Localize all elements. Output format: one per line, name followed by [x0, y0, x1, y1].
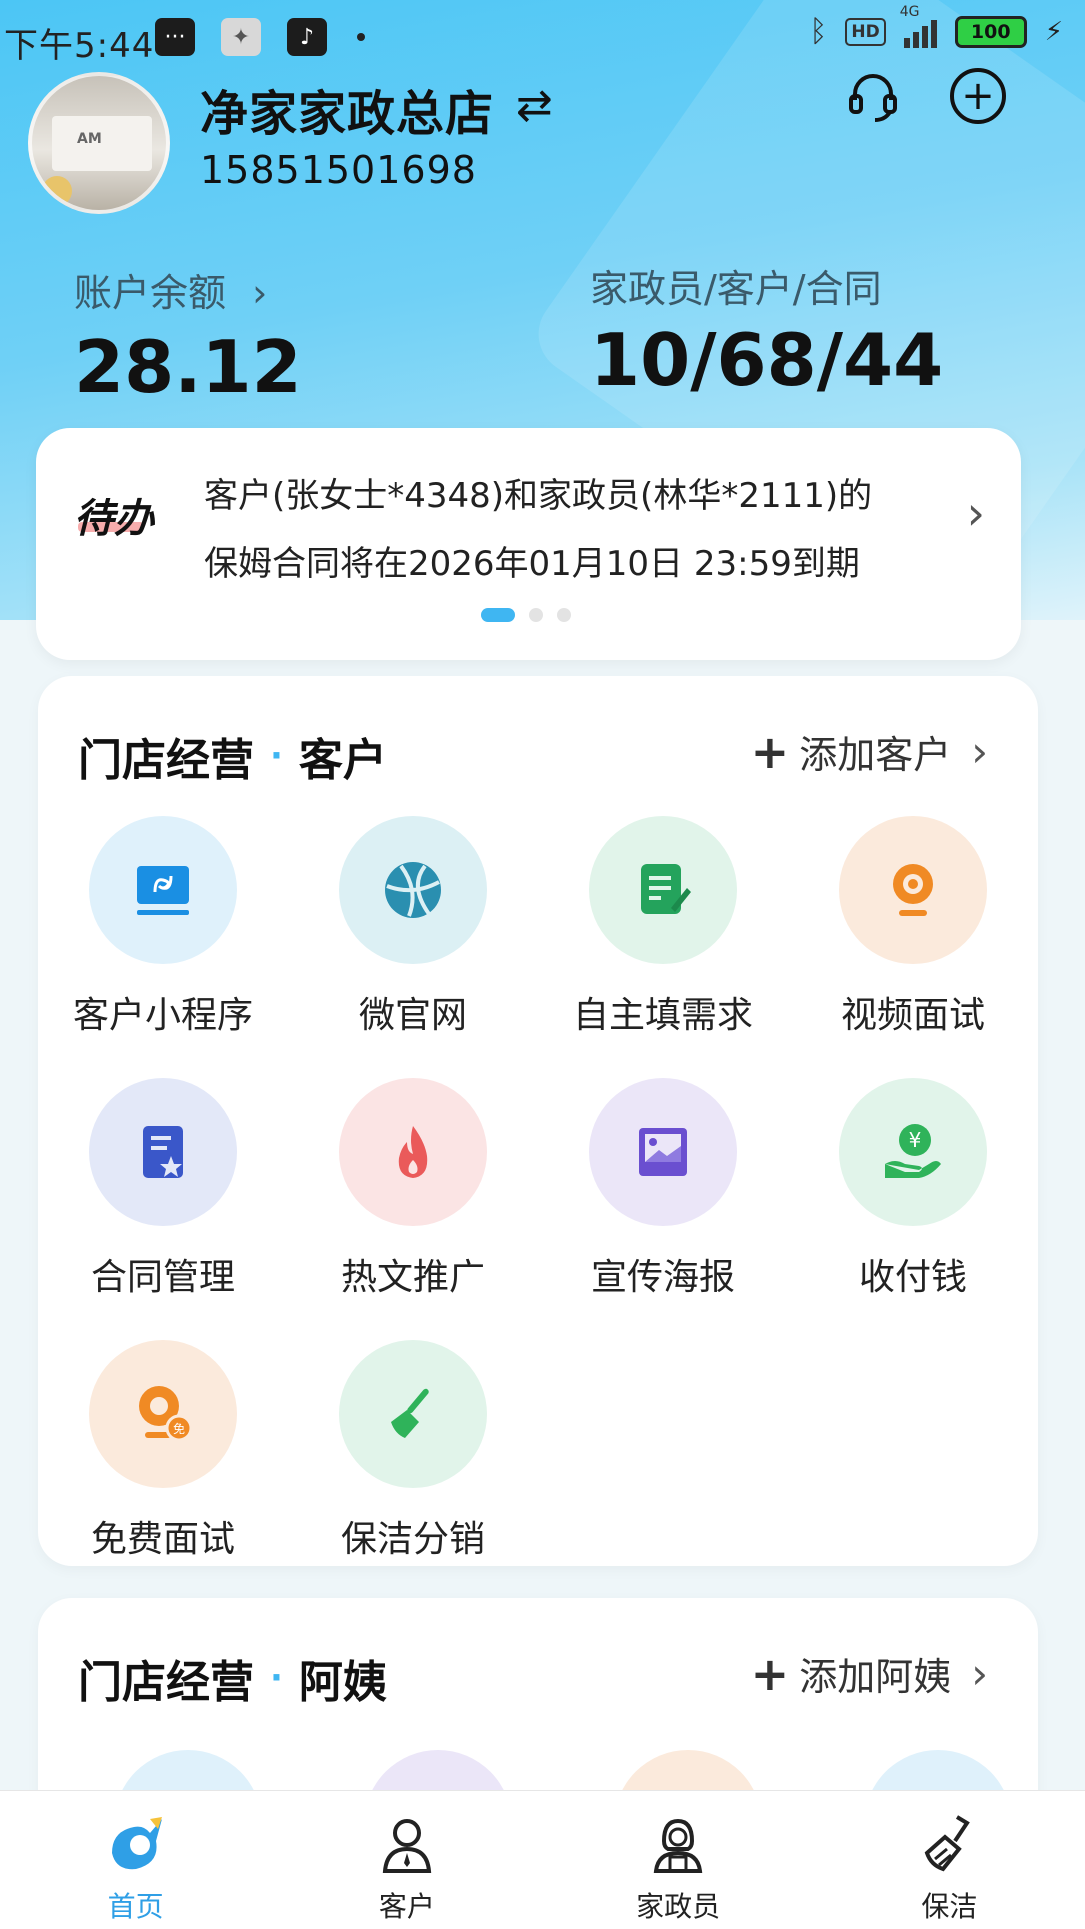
- carousel-indicator: [481, 608, 571, 622]
- plus-icon: +: [750, 1646, 790, 1701]
- nav-housekeepers[interactable]: 家政员: [543, 1791, 814, 1929]
- section-title: 门店经营 · 客户: [78, 735, 387, 786]
- nav-label: 保洁: [921, 1890, 978, 1923]
- poster-icon: [639, 1128, 687, 1176]
- carousel-dot-active: [481, 608, 515, 622]
- tool-label: 客户小程序: [72, 995, 253, 1036]
- system-icons: ᛒ HD 4G 100 ⚡: [809, 4, 1063, 50]
- tool-label: 收付钱: [858, 1257, 967, 1298]
- tool-self-fill-demand[interactable]: 自主填需求: [538, 816, 788, 1038]
- customer-section-card: 门店经营 · 客户 + 添加客户 › 客户小程序 微官网 自主填需求 视频面试 …: [38, 676, 1038, 1566]
- signal-icon: 4G: [900, 4, 937, 48]
- status-bar: 下午5:44 ··· ✦ ♪ ᛒ HD 4G 100 ⚡: [0, 0, 1085, 80]
- chevron-right-icon: ›: [971, 1649, 988, 1698]
- todo-text-line1: 客户(张女士*4348)和家政员(林华*2111)的: [204, 476, 873, 516]
- free-interview-icon: 免: [139, 1386, 193, 1442]
- webcam-icon: [893, 864, 933, 916]
- store-avatar[interactable]: AM: [28, 72, 170, 214]
- tiktok-icon: ♪: [287, 18, 327, 56]
- battery-icon: 100: [954, 15, 1027, 48]
- nav-cleaning[interactable]: 保洁: [814, 1791, 1085, 1929]
- tool-label: 视频面试: [840, 995, 985, 1036]
- tool-hot-article-promotion[interactable]: 热文推广: [288, 1078, 538, 1300]
- network-type: 4G: [899, 3, 920, 20]
- todo-badge: 待办: [74, 496, 154, 542]
- message-icon: ···: [155, 18, 195, 56]
- edit-form-icon: [641, 864, 691, 914]
- bottom-navigation: 首页 客户 家政员 保洁: [0, 1790, 1085, 1929]
- customer-service-icon[interactable]: [845, 68, 901, 124]
- payment-icon: ¥: [885, 1124, 941, 1178]
- add-auntie-link[interactable]: + 添加阿姨 ›: [751, 1646, 988, 1701]
- broom-icon: [925, 1815, 971, 1872]
- balance-value[interactable]: 28.12: [74, 325, 302, 409]
- globe-icon: [385, 862, 441, 918]
- svg-text:¥: ¥: [909, 1128, 922, 1152]
- carousel-dot: [529, 608, 543, 622]
- notification-icons: ··· ✦ ♪: [155, 18, 365, 56]
- plus-icon: +: [750, 724, 790, 779]
- broom-icon: [391, 1388, 429, 1438]
- tool-payments[interactable]: ¥ 收付钱: [788, 1078, 1038, 1300]
- app-screen: 下午5:44 ··· ✦ ♪ ᛒ HD 4G 100 ⚡ AM 净家家政总店 ⇄…: [0, 0, 1085, 1929]
- bluetooth-icon: ᛒ: [809, 14, 828, 49]
- tool-label: 合同管理: [90, 1257, 235, 1298]
- add-icon[interactable]: +: [950, 68, 1006, 124]
- carousel-dot: [557, 608, 571, 622]
- avatar-logo: AM: [77, 131, 102, 147]
- app-notification-icon: ✦: [221, 18, 261, 56]
- nav-home[interactable]: 首页: [0, 1791, 271, 1929]
- tool-contract-management[interactable]: 合同管理: [38, 1078, 288, 1300]
- charging-icon: ⚡: [1044, 16, 1063, 47]
- tool-label: 宣传海报: [590, 1257, 735, 1298]
- counts-label: 家政员/客户/合同: [590, 267, 882, 311]
- nav-label: 家政员: [636, 1890, 721, 1923]
- section-title: 门店经营 · 阿姨: [78, 1657, 387, 1708]
- tool-video-interview[interactable]: 视频面试: [788, 816, 1038, 1038]
- housekeeper-icon: [653, 1818, 703, 1873]
- hd-badge: HD: [845, 17, 886, 46]
- switch-store-icon[interactable]: ⇄: [516, 80, 553, 131]
- tool-free-interview[interactable]: 免 免费面试: [38, 1340, 288, 1562]
- nav-customers[interactable]: 客户: [271, 1791, 542, 1929]
- person-icon: [382, 1819, 432, 1873]
- tool-customer-miniprogram[interactable]: 客户小程序: [38, 816, 288, 1038]
- chevron-right-icon[interactable]: ›: [967, 486, 985, 540]
- svg-text:免: 免: [173, 1421, 185, 1436]
- tool-micro-website[interactable]: 微官网: [288, 816, 538, 1038]
- store-name[interactable]: 净家家政总店: [200, 74, 494, 144]
- store-phone: 15851501698: [200, 148, 477, 192]
- counts-value[interactable]: 10/68/44: [590, 318, 943, 402]
- balance-label[interactable]: 账户余额 ›: [74, 262, 267, 317]
- tool-label: 免费面试: [90, 1519, 235, 1560]
- more-notifications-dot: [357, 33, 365, 41]
- home-logo-icon: [111, 1817, 162, 1870]
- nav-label: 客户: [378, 1890, 435, 1923]
- tool-label: 保洁分销: [340, 1519, 485, 1560]
- tool-promo-poster[interactable]: 宣传海报: [538, 1078, 788, 1300]
- tool-label: 微官网: [358, 995, 467, 1036]
- tool-label: 热文推广: [340, 1257, 485, 1298]
- chevron-right-icon: ›: [971, 727, 988, 776]
- mini-program-icon: [137, 866, 189, 915]
- tool-cleaning-distribution[interactable]: 保洁分销: [288, 1340, 538, 1562]
- chevron-right-icon: ›: [252, 271, 268, 315]
- tool-label: 自主填需求: [572, 995, 753, 1036]
- customer-tools-grid: 客户小程序 微官网 自主填需求 视频面试 合同管理 热文推广 宣传海报 ¥ 收付…: [38, 816, 1038, 1562]
- contract-icon: [143, 1126, 183, 1178]
- todo-text-line2: 保姆合同将在2026年01月10日 23:59到期: [204, 544, 860, 584]
- status-time: 下午5:44: [4, 26, 155, 66]
- nav-label: 首页: [107, 1890, 164, 1923]
- todo-card[interactable]: 待办 客户(张女士*4348)和家政员(林华*2111)的 保姆合同将在2026…: [36, 428, 1021, 660]
- add-customer-link[interactable]: + 添加客户 ›: [751, 724, 988, 779]
- fire-icon: [398, 1126, 428, 1178]
